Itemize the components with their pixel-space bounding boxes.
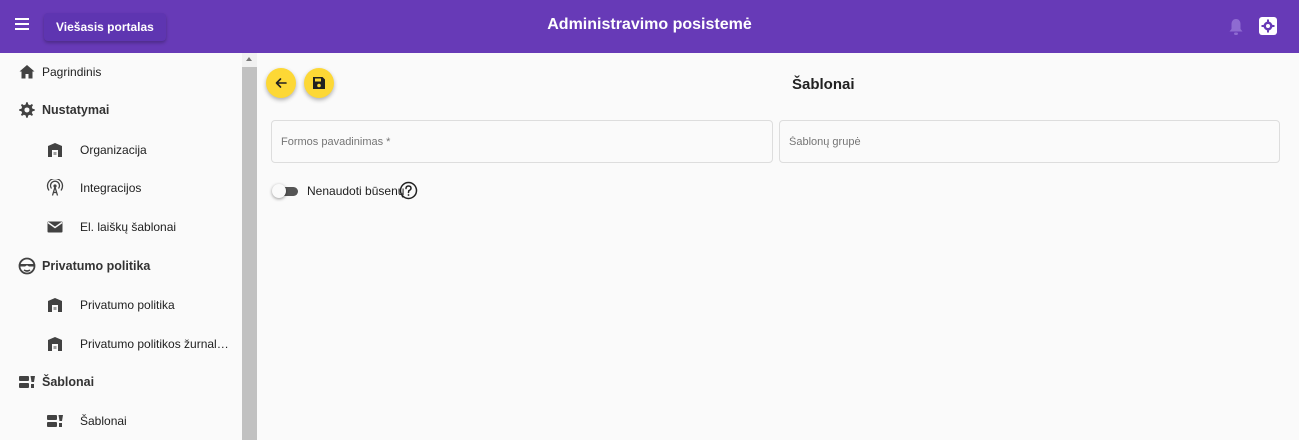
sidebar-item-label: Privatumo politika — [42, 259, 151, 273]
page-title: Šablonai — [792, 76, 855, 93]
template-group-field[interactable] — [779, 120, 1280, 163]
main-content: Šablonai Nenaudoti būsenų — [257, 53, 1299, 440]
sidebar-item-label: Nustatymai — [42, 103, 110, 117]
building-icon — [48, 337, 62, 351]
template-icon — [47, 415, 63, 427]
sidebar-scrollbar[interactable] — [242, 53, 257, 440]
sidebar-section-privacy[interactable]: Privatumo politika — [0, 247, 242, 285]
gear-icon — [19, 102, 35, 118]
public-portal-button[interactable]: Viešasis portalas — [44, 13, 166, 41]
sidebar-section-templates[interactable]: Šablonai — [0, 363, 242, 401]
privacy-icon — [18, 257, 36, 275]
bell-icon[interactable] — [1228, 18, 1244, 36]
template-icon — [19, 376, 35, 388]
sidebar-item-privacy-policy[interactable]: Privatumo politika — [0, 286, 242, 324]
sidebar-item-label: Šablonai — [80, 414, 127, 428]
sidebar-item-label: Pagrindinis — [42, 65, 102, 79]
sidebar-item-label: Privatumo politikos žurnal… — [80, 337, 229, 351]
scrollbar-thumb[interactable] — [242, 67, 257, 440]
toggle-label: Nenaudoti būsenų — [307, 184, 405, 198]
sidebar-nav: Pagrindinis Nustatymai Organizacija Inte… — [0, 53, 242, 440]
arrow-back-icon — [275, 78, 287, 88]
back-button[interactable] — [266, 68, 296, 98]
save-icon — [313, 77, 325, 89]
sidebar-item-label: Šablonai — [42, 375, 95, 389]
settings-icon[interactable] — [1258, 16, 1278, 36]
template-group-input[interactable] — [780, 121, 1279, 162]
home-icon — [19, 65, 35, 79]
toggle-knob — [272, 184, 286, 198]
building-icon — [48, 143, 62, 157]
sidebar-item-privacy-log[interactable]: Privatumo politikos žurnal… — [0, 325, 242, 363]
no-states-toggle[interactable] — [272, 184, 300, 198]
sidebar-item-email-templates[interactable]: El. laiškų šablonai — [0, 208, 242, 246]
scroll-up-icon[interactable] — [246, 57, 252, 61]
sidebar-item-home[interactable]: Pagrindinis — [0, 53, 242, 91]
top-app-bar: Viešasis portalas Administravimo posiste… — [0, 0, 1299, 53]
menu-icon[interactable] — [12, 15, 32, 37]
form-name-input[interactable] — [272, 121, 772, 162]
sidebar-item-label: Organizacija — [80, 143, 147, 157]
help-circle-icon[interactable] — [399, 181, 418, 200]
sidebar-item-organization[interactable]: Organizacija — [0, 131, 242, 169]
sidebar-item-label: Privatumo politika — [80, 298, 175, 312]
sidebar-section-settings[interactable]: Nustatymai — [0, 91, 242, 129]
sidebar-item-templates[interactable]: Šablonai — [0, 402, 242, 440]
mail-icon — [47, 221, 63, 233]
sidebar-item-label: El. laiškų šablonai — [80, 220, 177, 234]
building-icon — [48, 298, 62, 312]
sidebar-item-label: Integracijos — [80, 181, 142, 195]
save-button[interactable] — [304, 68, 334, 98]
app-title: Administravimo posistemė — [547, 16, 752, 33]
form-name-field[interactable] — [271, 120, 773, 163]
antenna-icon — [46, 179, 64, 196]
sidebar-item-integrations[interactable]: Integracijos — [0, 169, 242, 207]
